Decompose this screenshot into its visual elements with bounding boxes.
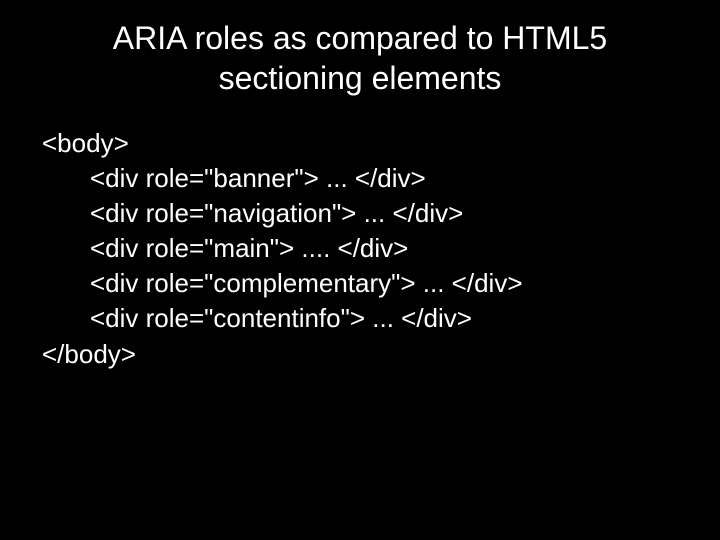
code-line-5: <div role="contentinfo"> ... </div> — [90, 303, 472, 333]
code-line-6: </body> — [42, 339, 136, 369]
code-line-2: <div role="navigation"> ... </div> — [90, 198, 463, 228]
slide-title: ARIA roles as compared to HTML5 sectioni… — [0, 0, 720, 98]
title-line-1: ARIA roles as compared to HTML5 — [113, 20, 607, 56]
code-line-4: <div role="complementary"> ... </div> — [90, 268, 523, 298]
code-line-0: <body> — [42, 128, 129, 158]
slide: ARIA roles as compared to HTML5 sectioni… — [0, 0, 720, 540]
code-line-1: <div role="banner"> ... </div> — [90, 163, 426, 193]
code-line-3: <div role="main"> .... </div> — [90, 233, 408, 263]
title-line-2: sectioning elements — [219, 60, 502, 96]
code-block: <body> <div role="banner"> ... </div> <d… — [0, 98, 720, 372]
